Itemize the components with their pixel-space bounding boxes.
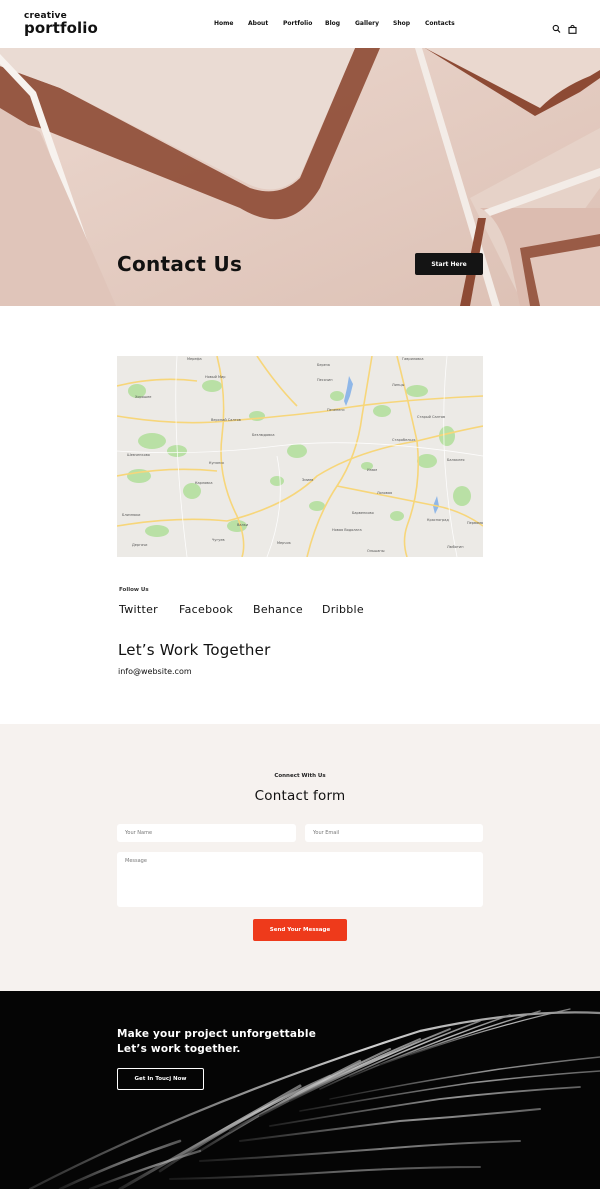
social-link-dribble[interactable]: Dribble <box>322 603 364 616</box>
svg-text:Старый Салтов: Старый Салтов <box>417 415 445 419</box>
contact-email-link[interactable]: info@website.com <box>118 667 192 676</box>
svg-text:Липцы: Липцы <box>392 383 405 387</box>
svg-text:Купянск: Купянск <box>209 461 224 465</box>
envelopes-background-image <box>0 48 600 306</box>
nav-item-gallery[interactable]: Gallery <box>355 20 379 27</box>
follow-us-label: Follow Us <box>119 587 149 593</box>
svg-text:Близнюки: Близнюки <box>122 513 140 517</box>
nav-item-blog[interactable]: Blog <box>325 20 340 27</box>
page-title: Contact Us <box>117 252 243 276</box>
svg-text:Верхний Салтов: Верхний Салтов <box>211 418 241 422</box>
nav-item-about[interactable]: About <box>248 20 268 27</box>
svg-text:Ольшаны: Ольшаны <box>367 549 385 553</box>
svg-text:Безлюдовка: Безлюдовка <box>252 433 274 437</box>
svg-text:Валки: Валки <box>237 523 248 527</box>
svg-text:Печенеги: Печенеги <box>327 408 345 412</box>
svg-text:Дергачи: Дергачи <box>132 543 147 547</box>
svg-text:Новый Мир: Новый Мир <box>205 375 226 379</box>
svg-text:Старобельск: Старобельск <box>392 438 416 442</box>
message-textarea[interactable]: Message <box>117 852 483 907</box>
contact-form-section: Connect With Us Contact form Your Name Y… <box>0 724 600 992</box>
svg-text:Мерефа: Мерефа <box>187 357 202 361</box>
location-map[interactable]: Мерефа Береза Гавриловка Новый Мир Хорош… <box>117 356 483 557</box>
svg-text:Новая Водолага: Новая Водолага <box>332 528 362 532</box>
map-tiles: Мерефа Береза Гавриловка Новый Мир Хорош… <box>117 356 483 557</box>
social-link-facebook[interactable]: Facebook <box>179 603 233 616</box>
footer-headline-line1: Make your project unforgettable <box>117 1028 317 1040</box>
svg-text:Песочин: Песочин <box>317 378 332 382</box>
nav-item-home[interactable]: Home <box>214 20 233 27</box>
palm-leaf-background-image <box>28 1008 600 1189</box>
send-message-button[interactable]: Send Your Message <box>253 919 347 941</box>
contact-subtitle: Connect With Us <box>274 773 326 779</box>
social-link-twitter[interactable]: Twitter <box>119 603 158 616</box>
svg-text:Первомайский: Первомайский <box>467 521 483 525</box>
email-input[interactable]: Your Email <box>305 824 483 842</box>
start-here-button[interactable]: Start Here <box>415 253 483 275</box>
shopping-bag-icon[interactable] <box>568 19 577 34</box>
site-header: creative portfolio Home About Portfolio … <box>0 0 600 48</box>
name-input[interactable]: Your Name <box>117 824 296 842</box>
svg-text:Береза: Береза <box>317 363 330 367</box>
svg-text:Люботин: Люботин <box>447 545 463 549</box>
nav-item-portfolio[interactable]: Portfolio <box>283 20 312 27</box>
search-icon[interactable] <box>552 19 561 33</box>
svg-text:Хорошее: Хорошее <box>135 395 151 399</box>
work-together-heading: Let’s Work Together <box>118 641 271 659</box>
svg-text:Мерчик: Мерчик <box>277 541 291 545</box>
hero-banner: Contact Us Start Here <box>0 48 600 306</box>
contact-form-title: Contact form <box>254 788 346 804</box>
svg-text:Барвенково: Барвенково <box>352 511 374 515</box>
svg-text:Шевченково: Шевченково <box>127 453 150 457</box>
nav-item-shop[interactable]: Shop <box>393 20 410 27</box>
svg-text:Карловка: Карловка <box>195 481 213 485</box>
svg-text:Гавриловка: Гавриловка <box>402 357 424 361</box>
main-nav: Home About Portfolio Blog Gallery Shop C… <box>0 20 600 30</box>
get-in-touch-button[interactable]: Get In Toucj Now <box>117 1068 204 1090</box>
footer-cta: Make your project unforgettable Let’s wo… <box>0 991 600 1189</box>
social-link-behance[interactable]: Behance <box>253 603 303 616</box>
svg-text:Чугуев: Чугуев <box>212 538 225 542</box>
svg-text:Изюм: Изюм <box>367 468 377 472</box>
footer-headline-line2: Let’s work together. <box>117 1043 241 1055</box>
svg-text:Лозовая: Лозовая <box>377 491 392 495</box>
svg-text:Балаклея: Балаклея <box>447 458 465 462</box>
nav-item-contacts[interactable]: Contacts <box>425 20 455 27</box>
svg-text:Красноград: Красноград <box>427 518 449 522</box>
svg-text:Змиев: Змиев <box>302 478 313 482</box>
